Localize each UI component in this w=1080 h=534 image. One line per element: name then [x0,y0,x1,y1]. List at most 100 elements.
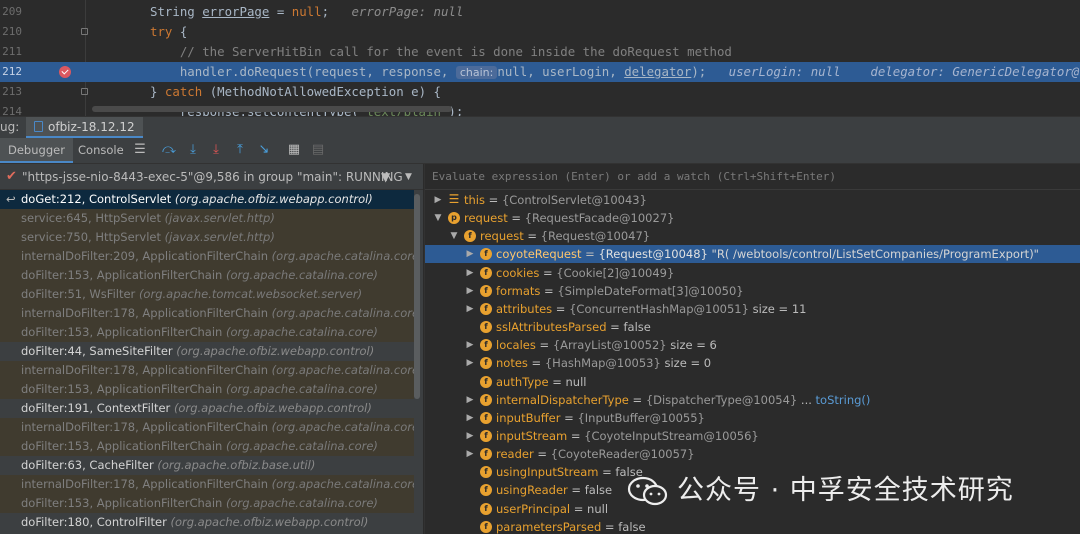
variable-name: sslAttributesParsed [496,320,607,335]
force-step-into-icon[interactable]: ⤓ [209,143,223,157]
breakpoint-icon[interactable] [59,66,71,78]
variable-text: sslAttributesParsed = false [496,320,651,335]
variable-row[interactable]: ▶ f inputBuffer = {InputBuffer@10055} [425,409,1080,427]
stack-frame[interactable]: doFilter:153, ApplicationFilterChain (or… [0,437,414,456]
variable-row[interactable]: ▶ f locales = {ArrayList@10052} size = 6 [425,336,1080,354]
chevron-down-icon[interactable]: ▼ [405,164,412,190]
stack-frame[interactable]: internalDoFilter:178, ApplicationFilterC… [0,475,414,494]
code-line[interactable]: 210 try { [0,22,1080,42]
variable-type: {RequestFacade@10027} [524,211,675,226]
variable-row[interactable]: ▶ f attributes = {ConcurrentHashMap@10051}… [425,300,1080,318]
variable-row[interactable]: ▶ f coyoteRequest = {Request@10048} "R( /w… [425,245,1080,264]
code-line[interactable]: 212 handler.doRequest(request, response,… [0,62,1080,82]
return-icon: ↩ [6,192,16,206]
frames-scrollbar[interactable] [414,194,420,399]
variable-row[interactable]: ▶ f inputStream = {CoyoteInputStream@10056… [425,427,1080,445]
expand-chevron-icon[interactable]: ▶ [465,336,475,354]
stack-frame[interactable]: doFilter:63, CacheFilter (org.apache.ofb… [0,456,414,475]
stack-frame[interactable]: doFilter:44, SameSiteFilter (org.apache.… [0,342,414,361]
run-to-cursor-icon[interactable]: ↘ [257,143,271,157]
editor-horizontal-scrollbar[interactable] [92,106,452,112]
collapse-chevron-icon[interactable]: ▼ [433,209,443,227]
expand-chevron-icon[interactable]: ▶ [465,354,475,372]
variable-row[interactable]: ▼ p request = {RequestFacade@10027} [425,209,1080,227]
stack-frame[interactable]: doFilter:153, ApplicationFilterChain (or… [0,323,414,342]
variable-type: {Cookie[2]@10049} [556,265,675,280]
variable-value: size = 6 [670,338,717,353]
expand-chevron-icon[interactable]: ▶ [465,445,475,463]
variable-row[interactable]: ▶ f notes = {HashMap@10053} size = 0 [425,354,1080,372]
code-text: // the ServerHitBin call for the event i… [150,44,732,59]
step-out-icon[interactable]: ⤒ [233,143,247,157]
tab-console[interactable]: Console [70,138,132,163]
frame-method: doFilter:153, ApplicationFilterChain [21,439,223,453]
tab-ofbiz-session[interactable]: ofbiz-18.12.12 [26,117,143,138]
variable-value: size = 0 [664,356,712,371]
frames-panel: ✔ "https-jsse-nio-8443-exec-5"@9,586 in … [0,164,423,534]
frame-package: (org.apache.catalina.core) [271,420,414,434]
stack-frame[interactable]: doFilter:180, ControlFilter (org.apache.… [0,513,414,532]
object-icon: ☰ [448,192,460,206]
thread-selector[interactable]: ✔ "https-jsse-nio-8443-exec-5"@9,586 in … [0,164,423,190]
frame-package: (org.apache.ofbiz.webapp.control) [176,344,375,358]
stack-frame[interactable]: ↩ doGet:212, ControlServlet (org.apache.o… [0,190,414,209]
expand-chevron-icon[interactable]: ▶ [465,391,475,409]
variable-text: cookies = {Cookie[2]@10049} [496,265,675,280]
stack-frame[interactable]: internalDoFilter:178, ApplicationFilterC… [0,304,414,323]
variable-row[interactable]: f authType = null [425,373,1080,391]
stack-frame[interactable]: internalDoFilter:178, ApplicationFilterC… [0,418,414,437]
stack-frame[interactable]: internalDoFilter:209, ApplicationFilterC… [0,247,414,266]
variable-type: {Request@10048} [598,247,708,262]
evaluate-table-icon[interactable]: ▦ [287,143,301,157]
variable-row[interactable]: ▶ f internalDispatcherType = {DispatcherTy… [425,391,1080,409]
variable-row[interactable]: ▶ f formats = {SimpleDateFormat[3]@10050} [425,282,1080,300]
code-line[interactable]: 211 // the ServerHitBin call for the eve… [0,42,1080,62]
field-icon: f [480,448,492,461]
variable-type: {ConcurrentHashMap@10051} [569,301,749,316]
frame-method: doFilter:191, ContextFilter [21,401,171,415]
layout-icon[interactable]: ▤ [311,143,325,157]
expand-chevron-icon[interactable]: ▶ [465,264,475,282]
tostring-link[interactable]: toString() [816,393,871,407]
expand-chevron-icon[interactable]: ▶ [465,282,475,300]
variable-name: request [480,229,524,244]
stack-frame[interactable]: doFilter:153, ApplicationFilterChain (or… [0,380,414,399]
variable-row[interactable]: ▶ f cookies = {Cookie[2]@10049} [425,264,1080,282]
code-line[interactable]: 209 String errorPage = null; errorPage: n… [0,2,1080,22]
step-into-icon[interactable]: ⤓ [186,143,200,157]
variable-value: false [618,519,646,534]
frame-method: internalDoFilter:178, ApplicationFilterC… [21,420,269,434]
stack-frame[interactable]: doFilter:191, ContextFilter (org.apache.… [0,399,414,418]
expand-chevron-icon[interactable]: ▶ [465,245,475,263]
field-icon: f [480,248,492,261]
frame-method: doFilter:153, ApplicationFilterChain [21,496,223,510]
stack-frame[interactable]: doFilter:153, ApplicationFilterChain (or… [0,266,414,285]
wechat-logo-icon [627,476,668,506]
fold-marker-icon[interactable] [81,88,88,95]
field-icon: f [480,321,492,334]
stack-frame[interactable]: doFilter:51, WsFilter (org.apache.tomcat… [0,285,414,304]
code-editor[interactable]: 209 String errorPage = null; errorPage: n… [0,0,1080,116]
expand-chevron-icon[interactable]: ▶ [465,427,475,445]
collapse-chevron-icon[interactable]: ▼ [449,227,459,245]
step-over-icon[interactable]: ⤼ [162,143,176,157]
stack-frame[interactable]: service:750, HttpServlet (javax.servlet.… [0,228,414,247]
stack-frame[interactable]: internalDoFilter:178, ApplicationFilterC… [0,361,414,380]
expand-chevron-icon[interactable]: ▶ [433,191,443,209]
tab-debugger[interactable]: Debugger [0,138,73,163]
variable-row[interactable]: ▶ ☰ this = {ControlServlet@10043} [425,191,1080,209]
code-line[interactable]: 213} catch (MethodNotAllowedException e)… [0,82,1080,102]
variable-row[interactable]: f parametersParsed = false [425,518,1080,534]
stack-frame[interactable]: doFilter:153, ApplicationFilterChain (or… [0,494,414,513]
evaluate-expression-input[interactable]: Evaluate expression (Enter) or add a wat… [425,164,1080,190]
expand-chevron-icon[interactable]: ▶ [465,300,475,318]
menu-icon[interactable]: ☰ [133,143,147,157]
variable-row[interactable]: f sslAttributesParsed = false [425,318,1080,336]
frame-package: (org.apache.catalina.core) [271,477,414,491]
variable-row[interactable]: ▼ f request = {Request@10047} [425,227,1080,245]
fold-marker-icon[interactable] [81,28,88,35]
variable-row[interactable]: ▶ f reader = {CoyoteReader@10057} [425,445,1080,463]
expand-chevron-icon[interactable]: ▶ [465,409,475,427]
filter-icon[interactable]: ▼ [381,164,390,190]
stack-frame[interactable]: service:645, HttpServlet (javax.servlet.… [0,209,414,228]
